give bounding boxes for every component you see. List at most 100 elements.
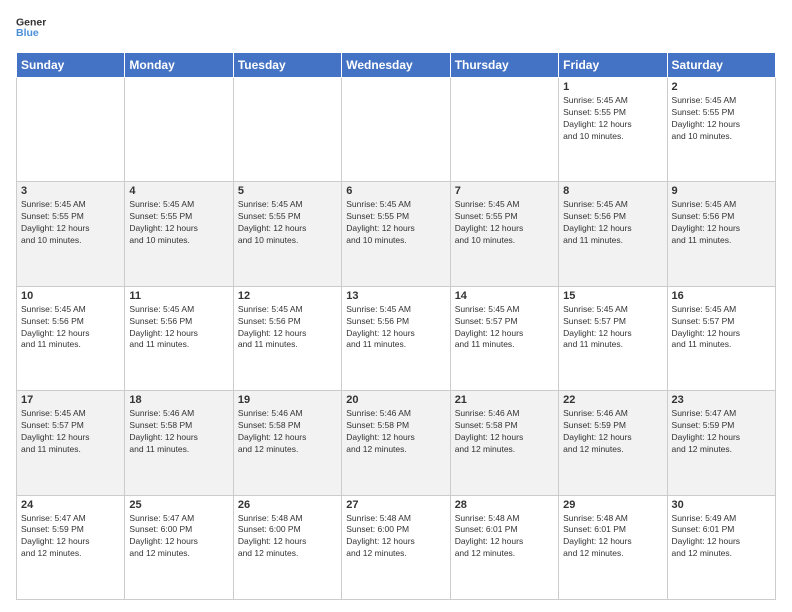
day-number: 6 bbox=[346, 185, 445, 197]
day-cell: 11 Sunrise: 5:45 AM Sunset: 5:56 PM Dayli… bbox=[125, 286, 233, 390]
day-number: 10 bbox=[21, 290, 120, 302]
day-number: 29 bbox=[563, 499, 662, 511]
day-number: 11 bbox=[129, 290, 228, 302]
day-cell: 5 Sunrise: 5:45 AM Sunset: 5:55 PM Daylig… bbox=[233, 182, 341, 286]
day-cell: 18Sunrise: 5:46 AM Sunset: 5:58 PM Dayli… bbox=[125, 391, 233, 495]
day-number: 14 bbox=[455, 290, 554, 302]
day-number: 26 bbox=[238, 499, 337, 511]
day-number: 16 bbox=[672, 290, 771, 302]
day-cell: 23Sunrise: 5:47 AM Sunset: 5:59 PM Dayli… bbox=[667, 391, 775, 495]
day-info: Sunrise: 5:46 AM Sunset: 5:58 PM Dayligh… bbox=[238, 408, 337, 456]
day-info: Sunrise: 5:45 AM Sunset: 5:56 PM Dayligh… bbox=[672, 199, 771, 247]
day-cell: 1 Sunrise: 5:45 AM Sunset: 5:55 PM Daylig… bbox=[559, 78, 667, 182]
page: General Blue SundayMondayTuesdayWednesda… bbox=[0, 0, 792, 612]
day-cell bbox=[233, 78, 341, 182]
day-cell: 27 Sunrise: 5:48 AM Sunset: 6:00 PM Dayli… bbox=[342, 495, 450, 599]
day-number: 28 bbox=[455, 499, 554, 511]
day-number: 23 bbox=[672, 394, 771, 406]
day-info: Sunrise: 5:48 AM Sunset: 6:01 PM Dayligh… bbox=[455, 513, 554, 561]
weekday-header-tuesday: Tuesday bbox=[233, 53, 341, 78]
day-number: 27 bbox=[346, 499, 445, 511]
day-number: 20 bbox=[346, 394, 445, 406]
day-info: Sunrise: 5:48 AM Sunset: 6:00 PM Dayligh… bbox=[346, 513, 445, 561]
header: General Blue bbox=[16, 12, 776, 42]
week-row-3: 10 Sunrise: 5:45 AM Sunset: 5:56 PM Dayli… bbox=[17, 286, 776, 390]
day-cell: 19 Sunrise: 5:46 AM Sunset: 5:58 PM Dayli… bbox=[233, 391, 341, 495]
day-number: 1 bbox=[563, 81, 662, 93]
weekday-header-friday: Friday bbox=[559, 53, 667, 78]
day-info: Sunrise: 5:46 AM Sunset: 5:58 PM Dayligh… bbox=[455, 408, 554, 456]
day-cell: 17Sunrise: 5:45 AM Sunset: 5:57 PM Dayli… bbox=[17, 391, 125, 495]
day-info: Sunrise: 5:46 AM Sunset: 5:58 PM Dayligh… bbox=[346, 408, 445, 456]
day-cell: 14 Sunrise: 5:45 AM Sunset: 5:57 PM Dayli… bbox=[450, 286, 558, 390]
day-number: 15 bbox=[563, 290, 662, 302]
day-cell: 16Sunrise: 5:45 AM Sunset: 5:57 PM Dayli… bbox=[667, 286, 775, 390]
day-number: 24 bbox=[21, 499, 120, 511]
week-row-1: 1 Sunrise: 5:45 AM Sunset: 5:55 PM Daylig… bbox=[17, 78, 776, 182]
day-number: 18 bbox=[129, 394, 228, 406]
calendar-table: SundayMondayTuesdayWednesdayThursdayFrid… bbox=[16, 52, 776, 600]
day-info: Sunrise: 5:45 AM Sunset: 5:56 PM Dayligh… bbox=[129, 304, 228, 352]
day-number: 5 bbox=[238, 185, 337, 197]
week-row-4: 17Sunrise: 5:45 AM Sunset: 5:57 PM Dayli… bbox=[17, 391, 776, 495]
day-info: Sunrise: 5:45 AM Sunset: 5:55 PM Dayligh… bbox=[455, 199, 554, 247]
day-info: Sunrise: 5:47 AM Sunset: 5:59 PM Dayligh… bbox=[21, 513, 120, 561]
svg-text:Blue: Blue bbox=[16, 27, 39, 39]
weekday-row: SundayMondayTuesdayWednesdayThursdayFrid… bbox=[17, 53, 776, 78]
weekday-header-sunday: Sunday bbox=[17, 53, 125, 78]
day-info: Sunrise: 5:45 AM Sunset: 5:55 PM Dayligh… bbox=[563, 95, 662, 143]
day-number: 3 bbox=[21, 185, 120, 197]
day-info: Sunrise: 5:45 AM Sunset: 5:56 PM Dayligh… bbox=[21, 304, 120, 352]
day-number: 7 bbox=[455, 185, 554, 197]
logo: General Blue bbox=[16, 12, 50, 42]
day-info: Sunrise: 5:49 AM Sunset: 6:01 PM Dayligh… bbox=[672, 513, 771, 561]
day-cell: 26 Sunrise: 5:48 AM Sunset: 6:00 PM Dayli… bbox=[233, 495, 341, 599]
day-info: Sunrise: 5:48 AM Sunset: 6:01 PM Dayligh… bbox=[563, 513, 662, 561]
day-number: 25 bbox=[129, 499, 228, 511]
day-info: Sunrise: 5:47 AM Sunset: 6:00 PM Dayligh… bbox=[129, 513, 228, 561]
day-number: 22 bbox=[563, 394, 662, 406]
day-info: Sunrise: 5:45 AM Sunset: 5:56 PM Dayligh… bbox=[238, 304, 337, 352]
day-cell: 20 Sunrise: 5:46 AM Sunset: 5:58 PM Dayli… bbox=[342, 391, 450, 495]
week-row-2: 3 Sunrise: 5:45 AM Sunset: 5:55 PM Daylig… bbox=[17, 182, 776, 286]
day-cell: 22 Sunrise: 5:46 AM Sunset: 5:59 PM Dayli… bbox=[559, 391, 667, 495]
day-number: 9 bbox=[672, 185, 771, 197]
weekday-header-monday: Monday bbox=[125, 53, 233, 78]
day-number: 12 bbox=[238, 290, 337, 302]
day-cell: 3 Sunrise: 5:45 AM Sunset: 5:55 PM Daylig… bbox=[17, 182, 125, 286]
day-info: Sunrise: 5:45 AM Sunset: 5:55 PM Dayligh… bbox=[21, 199, 120, 247]
day-info: Sunrise: 5:45 AM Sunset: 5:57 PM Dayligh… bbox=[455, 304, 554, 352]
day-cell: 15 Sunrise: 5:45 AM Sunset: 5:57 PM Dayli… bbox=[559, 286, 667, 390]
day-cell: 30Sunrise: 5:49 AM Sunset: 6:01 PM Dayli… bbox=[667, 495, 775, 599]
weekday-header-saturday: Saturday bbox=[667, 53, 775, 78]
day-cell bbox=[125, 78, 233, 182]
day-cell: 6Sunrise: 5:45 AM Sunset: 5:55 PM Daylig… bbox=[342, 182, 450, 286]
day-info: Sunrise: 5:45 AM Sunset: 5:57 PM Dayligh… bbox=[563, 304, 662, 352]
day-info: Sunrise: 5:48 AM Sunset: 6:00 PM Dayligh… bbox=[238, 513, 337, 561]
day-info: Sunrise: 5:45 AM Sunset: 5:56 PM Dayligh… bbox=[346, 304, 445, 352]
day-cell bbox=[342, 78, 450, 182]
day-number: 21 bbox=[455, 394, 554, 406]
day-cell: 10 Sunrise: 5:45 AM Sunset: 5:56 PM Dayli… bbox=[17, 286, 125, 390]
day-cell: 13Sunrise: 5:45 AM Sunset: 5:56 PM Dayli… bbox=[342, 286, 450, 390]
day-number: 19 bbox=[238, 394, 337, 406]
day-cell: 9 Sunrise: 5:45 AM Sunset: 5:56 PM Daylig… bbox=[667, 182, 775, 286]
week-row-5: 24 Sunrise: 5:47 AM Sunset: 5:59 PM Dayli… bbox=[17, 495, 776, 599]
weekday-header-wednesday: Wednesday bbox=[342, 53, 450, 78]
day-cell bbox=[17, 78, 125, 182]
day-cell: 24 Sunrise: 5:47 AM Sunset: 5:59 PM Dayli… bbox=[17, 495, 125, 599]
day-number: 8 bbox=[563, 185, 662, 197]
day-cell: 25 Sunrise: 5:47 AM Sunset: 6:00 PM Dayli… bbox=[125, 495, 233, 599]
day-info: Sunrise: 5:45 AM Sunset: 5:55 PM Dayligh… bbox=[129, 199, 228, 247]
calendar-header: SundayMondayTuesdayWednesdayThursdayFrid… bbox=[17, 53, 776, 78]
day-cell bbox=[450, 78, 558, 182]
day-cell: 2Sunrise: 5:45 AM Sunset: 5:55 PM Daylig… bbox=[667, 78, 775, 182]
day-cell: 28 Sunrise: 5:48 AM Sunset: 6:01 PM Dayli… bbox=[450, 495, 558, 599]
day-number: 2 bbox=[672, 81, 771, 93]
day-cell: 21 Sunrise: 5:46 AM Sunset: 5:58 PM Dayli… bbox=[450, 391, 558, 495]
day-cell: 4Sunrise: 5:45 AM Sunset: 5:55 PM Daylig… bbox=[125, 182, 233, 286]
day-cell: 7 Sunrise: 5:45 AM Sunset: 5:55 PM Daylig… bbox=[450, 182, 558, 286]
weekday-header-thursday: Thursday bbox=[450, 53, 558, 78]
day-info: Sunrise: 5:45 AM Sunset: 5:55 PM Dayligh… bbox=[238, 199, 337, 247]
day-info: Sunrise: 5:46 AM Sunset: 5:59 PM Dayligh… bbox=[563, 408, 662, 456]
